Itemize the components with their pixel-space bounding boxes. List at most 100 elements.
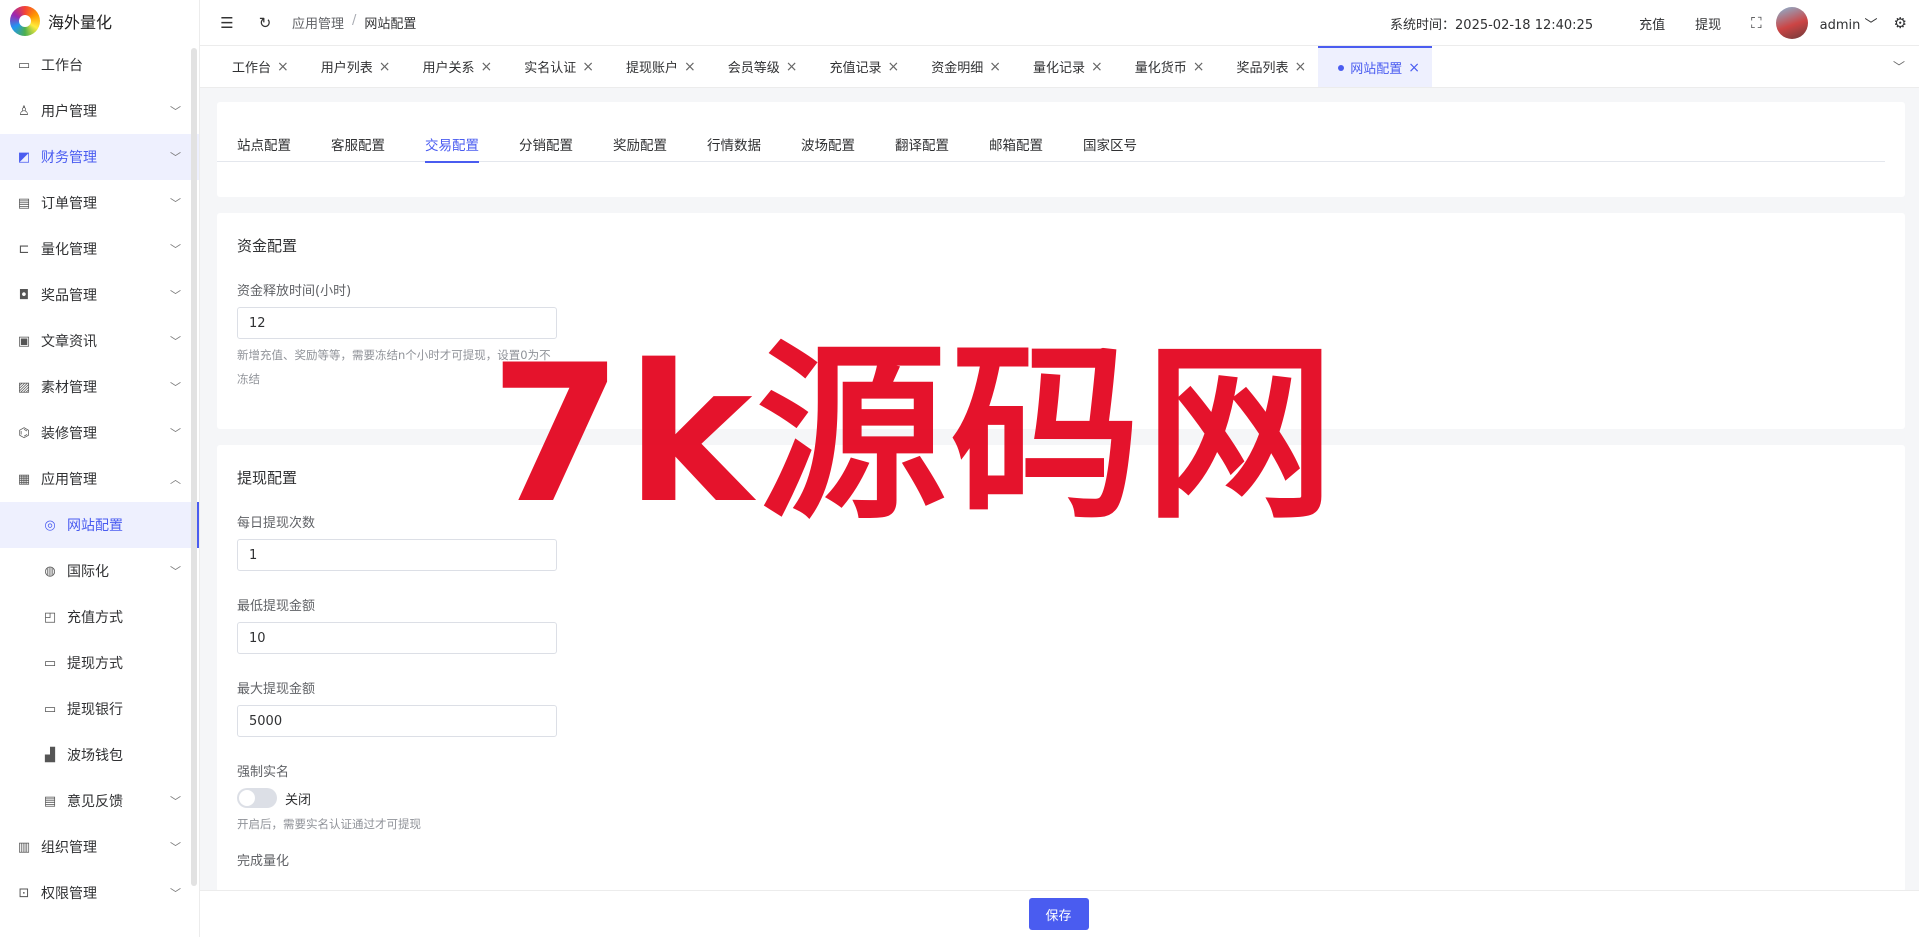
tab-quant-currency[interactable]: 量化货币 × [1115,46,1217,87]
tab-withdraw-accounts[interactable]: 提现账户 × [606,46,708,87]
refresh-icon[interactable]: ↻ [254,12,276,34]
tab-user-relations[interactable]: 用户关系 × [403,46,505,87]
tab-workbench[interactable]: 工作台 × [212,46,301,87]
chevron-down-icon: ﹀ [170,105,181,118]
sidebar-item-label: 提现银行 [67,702,123,718]
close-icon[interactable]: × [1091,59,1103,75]
tab-quant-records[interactable]: 量化记录 × [1013,46,1115,87]
quant-icon: ⊏ [18,241,30,257]
sidebar-item-workbench[interactable]: ▭ 工作台 [0,42,199,88]
tron-icon: ▟ [45,747,55,763]
breadcrumb: 应用管理 / 网站配置 [292,13,416,32]
tab-member-levels[interactable]: 会员等级 × [708,46,810,87]
sidebar-subitem-withdraw-banks[interactable]: ▭ 提现银行 [0,686,199,732]
sidebar-item-orders[interactable]: ▤ 订单管理 ﹀ [0,180,199,226]
active-dot [1338,64,1345,71]
subtab-email[interactable]: 邮箱配置 [989,134,1043,162]
sidebar-subitem-website-config[interactable]: ◎ 网站配置 [0,502,199,548]
close-icon[interactable]: × [277,59,289,75]
breadcrumb-separator: / [352,13,357,28]
withdraw-config-card: 提现配置 每日提现次数 1 最低提现金额 10 最大提现金额 5000 强制实名… [217,445,1905,892]
org-icon: ▥ [17,839,31,855]
sidebar-subitem-withdraw-methods[interactable]: ▭ 提现方式 [0,640,199,686]
sidebar-item-label: 素材管理 [41,380,97,396]
sidebar-item-permissions[interactable]: ⊡ 权限管理 ﹀ [0,870,199,916]
subtab-market[interactable]: 行情数据 [707,134,761,162]
close-icon[interactable]: × [1408,60,1420,76]
sidebar-subitem-i18n[interactable]: ◍ 国际化 ﹀ [0,548,199,594]
chevron-down-icon: ﹀ [170,565,181,578]
save-button[interactable]: 保存 [1028,898,1089,930]
close-icon[interactable]: × [888,59,900,75]
recharge-link[interactable]: 充值 [1639,14,1665,33]
input-value: 1 [249,547,258,563]
sidebar-item-materials[interactable]: ▨ 素材管理 ﹀ [0,364,199,410]
fullscreen-icon[interactable]: ⛶ [1751,14,1762,32]
config-subtabs: 站点配置 客服配置 交易配置 分销配置 奖励配置 行情数据 波场配置 翻译配置 … [217,102,1885,163]
tab-label: 实名认证 [524,61,577,76]
close-icon[interactable]: × [379,59,391,75]
gear-icon[interactable]: ⚙ [1894,14,1907,32]
fund-config-card: 资金配置 资金释放时间(小时) 12 新增充值、奖励等等，需要冻结n个小时才可提… [217,213,1905,429]
max-withdraw-input[interactable]: 5000 [237,705,557,737]
sidebar-item-prizes[interactable]: ◘ 奖品管理 ﹀ [0,272,199,318]
subtab-reward[interactable]: 奖励配置 [613,134,667,162]
user-menu[interactable]: admin ﹀ [1820,14,1878,33]
article-icon: ▣ [17,333,31,349]
tab-recharge-records[interactable]: 充值记录 × [810,46,912,87]
logo-icon [10,6,40,36]
breadcrumb-item[interactable]: 应用管理 [292,13,344,32]
close-icon[interactable]: × [1193,59,1205,75]
top-header: ☰ ↻ 应用管理 / 网站配置 系统时间：2025-02-18 12:40:25… [200,0,1919,46]
tab-label: 用户关系 [422,61,475,76]
sidebar-item-apps[interactable]: ▦ 应用管理 ︿ [0,456,199,502]
release-time-hint: 新增充值、奖励等等，需要冻结n个小时才可提现，设置0为不冻结 [237,348,551,386]
sidebar-item-users[interactable]: ♙ 用户管理 ﹀ [0,88,199,134]
menu-fold-icon[interactable]: ☰ [216,12,238,34]
subtab-translate[interactable]: 翻译配置 [895,134,949,162]
close-icon[interactable]: × [1295,59,1307,75]
force-kyc-switch[interactable] [237,788,277,808]
sidebar-subitem-tron-wallet[interactable]: ▟ 波场钱包 [0,732,199,778]
tab-website-config[interactable]: 网站配置 × [1318,46,1432,87]
max-withdraw-label: 最大提现金额 [237,682,316,697]
tab-label: 量化货币 [1134,61,1187,76]
sidebar-item-label: 充值方式 [67,610,123,626]
globe-icon: ◍ [44,563,56,579]
chevron-down-icon[interactable]: ﹀ [1893,58,1905,75]
close-icon[interactable]: × [684,59,696,75]
subtab-country-code[interactable]: 国家区号 [1083,134,1137,162]
close-icon[interactable]: × [481,59,493,75]
subtab-site[interactable]: 站点配置 [237,134,291,162]
tab-fund-details[interactable]: 资金明细 × [911,46,1013,87]
sidebar-item-decoration[interactable]: ⌬ 装修管理 ﹀ [0,410,199,456]
sidebar-scrollbar[interactable] [191,48,197,886]
sidebar-item-articles[interactable]: ▣ 文章资讯 ﹀ [0,318,199,364]
tab-kyc[interactable]: 实名认证 × [504,46,606,87]
input-value: 12 [249,315,266,331]
sidebar-item-label: 文章资讯 [41,334,97,350]
min-withdraw-input[interactable]: 10 [237,622,557,654]
subtab-tron[interactable]: 波场配置 [801,134,855,162]
close-icon[interactable]: × [582,59,594,75]
avatar[interactable] [1775,7,1808,39]
tab-prize-list[interactable]: 奖品列表 × [1217,46,1319,87]
sidebar-subitem-recharge-methods[interactable]: ◰ 充值方式 [0,594,199,640]
sidebar-subitem-feedback[interactable]: ▤ 意见反馈 ﹀ [0,778,199,824]
app-logo[interactable]: 海外量化 [0,0,199,42]
system-time: 系统时间：2025-02-18 12:40:25 [1390,17,1594,33]
tab-user-list[interactable]: 用户列表 × [301,46,403,87]
subtab-trade[interactable]: 交易配置 [425,134,479,163]
force-kyc-label: 强制实名 [237,765,290,780]
sidebar-item-org[interactable]: ▥ 组织管理 ﹀ [0,824,199,870]
sidebar-item-label: 组织管理 [41,840,97,856]
withdraw-link[interactable]: 提现 [1695,14,1721,33]
close-icon[interactable]: × [786,59,798,75]
subtab-service[interactable]: 客服配置 [331,134,385,162]
sidebar-item-quant[interactable]: ⊏ 量化管理 ﹀ [0,226,199,272]
subtab-distribution[interactable]: 分销配置 [519,134,573,162]
release-time-input[interactable]: 12 [237,307,557,339]
sidebar-item-finance[interactable]: ◩ 财务管理 ﹀ [0,134,199,180]
daily-withdraw-input[interactable]: 1 [237,539,557,571]
close-icon[interactable]: × [989,59,1001,75]
